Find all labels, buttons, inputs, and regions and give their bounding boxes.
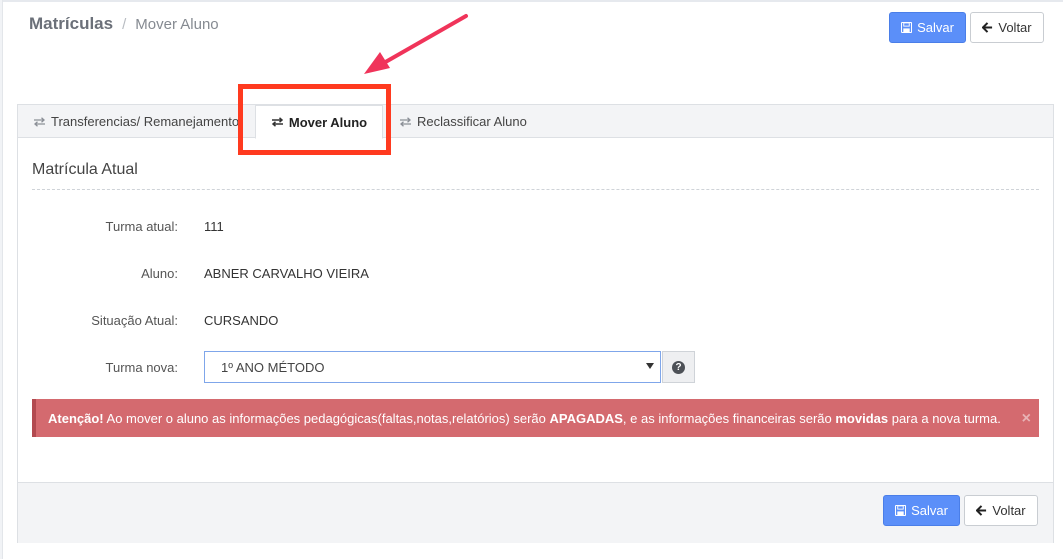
section-divider bbox=[32, 189, 1039, 190]
arrow-left-icon bbox=[976, 505, 987, 516]
chevron-down-icon bbox=[646, 363, 654, 369]
footer-back-button[interactable]: Voltar bbox=[964, 495, 1038, 526]
tab-reclassificar-label: Reclassificar Aluno bbox=[417, 114, 527, 129]
help-button[interactable]: ? bbox=[662, 351, 695, 383]
section-title: Matrícula Atual bbox=[32, 161, 138, 178]
header-save-button[interactable]: Salvar bbox=[889, 12, 966, 43]
exchange-icon bbox=[271, 117, 284, 127]
floppy-disk-icon bbox=[895, 505, 907, 516]
footer-save-button[interactable]: Salvar bbox=[883, 495, 960, 526]
breadcrumb-separator: / bbox=[122, 16, 127, 33]
header-back-label: Voltar bbox=[998, 20, 1032, 35]
exchange-icon bbox=[399, 116, 412, 127]
turma-nova-selected: 1º ANO MÉTODO bbox=[221, 359, 325, 375]
situacao-value: CURSANDO bbox=[204, 313, 279, 328]
move-student-panel: Transferencias/ Remanejamento Mover Alun… bbox=[17, 104, 1054, 543]
alert-text-1: Ao mover o aluno as informações pedagógi… bbox=[103, 410, 550, 426]
tab-mover-aluno-label: Mover Aluno bbox=[288, 114, 368, 130]
tab-reclassificar[interactable]: Reclassificar Aluno bbox=[399, 105, 527, 138]
tab-transferencias-label: Transferencias/ Remanejamento bbox=[51, 114, 240, 129]
header-save-label: Salvar bbox=[917, 20, 954, 35]
arrow-left-icon bbox=[982, 22, 993, 33]
turma-nova-select[interactable]: 1º ANO MÉTODO bbox=[204, 351, 661, 383]
floppy-disk-icon bbox=[901, 22, 913, 33]
alert-message: Atenção! Ao mover o aluno as informações… bbox=[48, 411, 1001, 426]
breadcrumb-current: Mover Aluno bbox=[135, 16, 219, 33]
footer-back-label: Voltar bbox=[992, 503, 1026, 518]
tab-transferencias[interactable]: Transferencias/ Remanejamento bbox=[33, 105, 239, 138]
header-back-button[interactable]: Voltar bbox=[970, 12, 1044, 43]
exchange-icon bbox=[33, 116, 46, 127]
alert-bold-movidas: movidas bbox=[835, 410, 889, 426]
alert-text-2: , e as informações financeiras serão bbox=[622, 410, 836, 426]
close-icon[interactable]: × bbox=[1022, 410, 1031, 428]
footer-save-label: Salvar bbox=[911, 503, 948, 518]
tab-bar: Transferencias/ Remanejamento Mover Alun… bbox=[18, 105, 1053, 139]
sidebar-edge bbox=[0, 0, 3, 559]
tab-mover-aluno[interactable]: Mover Aluno bbox=[255, 105, 383, 139]
breadcrumb: Matrículas / Mover Aluno bbox=[29, 14, 219, 34]
aluno-value: ABNER CARVALHO VIEIRA bbox=[204, 266, 369, 281]
page: Matrículas / Mover Aluno Salvar Voltar T… bbox=[0, 0, 1063, 559]
turma-atual-label: Turma atual: bbox=[105, 219, 179, 234]
turma-atual-value: 111 bbox=[204, 219, 224, 234]
situacao-label: Situação Atual: bbox=[91, 313, 178, 328]
alert-bold-apagadas: APAGADAS bbox=[549, 410, 623, 426]
window-top-edge bbox=[0, 0, 1063, 2]
alert-text-3: para a nova turma. bbox=[888, 410, 1001, 426]
warning-alert: Atenção! Ao mover o aluno as informações… bbox=[32, 399, 1039, 437]
aluno-label: Aluno: bbox=[141, 266, 178, 281]
annotation-arrow-icon bbox=[364, 14, 468, 74]
turma-nova-label: Turma nova: bbox=[105, 360, 179, 375]
alert-strong: Atenção! bbox=[48, 410, 104, 426]
breadcrumb-root[interactable]: Matrículas bbox=[29, 14, 113, 34]
question-circle-icon: ? bbox=[672, 360, 685, 374]
